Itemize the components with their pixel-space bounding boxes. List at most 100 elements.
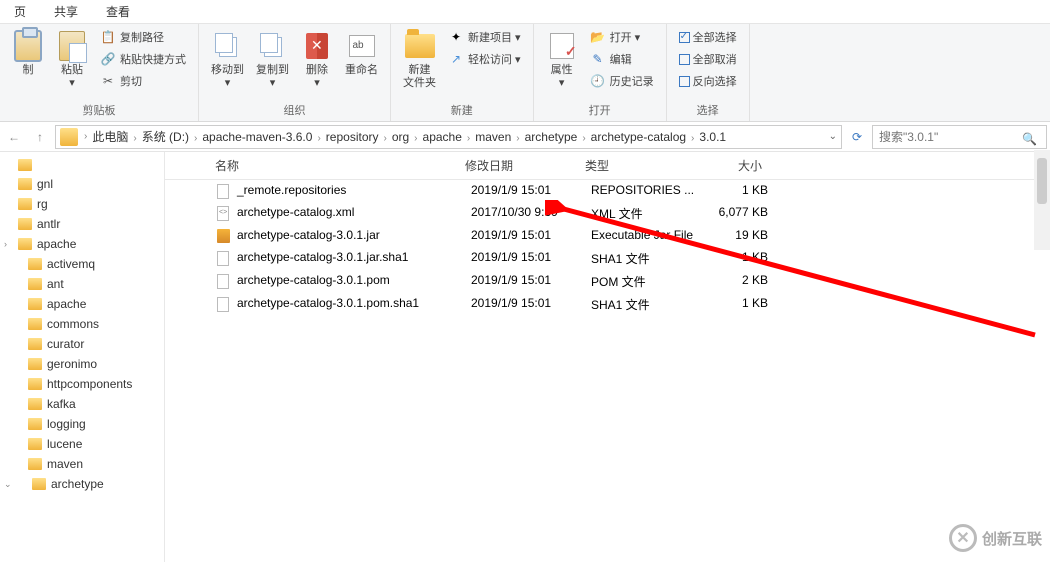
properties-button[interactable]: 属性▾ bbox=[540, 26, 584, 94]
open-button[interactable]: 📂打开 ▾ bbox=[584, 26, 660, 48]
chevron-right-icon[interactable]: › bbox=[381, 133, 388, 144]
tree-item[interactable]: httpcomponents bbox=[0, 374, 164, 394]
file-row[interactable]: archetype-catalog-3.0.1.pom.sha12019/1/9… bbox=[165, 293, 1050, 316]
tree-item[interactable]: gnl bbox=[0, 174, 164, 194]
tree-item[interactable]: activemq bbox=[0, 254, 164, 274]
folder-icon bbox=[28, 458, 42, 470]
tree-item-label: commons bbox=[47, 317, 99, 331]
file-icon bbox=[215, 250, 231, 266]
breadcrumb-seg[interactable]: apache-maven-3.6.0 bbox=[199, 130, 315, 144]
folder-icon bbox=[28, 378, 42, 390]
breadcrumb-seg[interactable]: apache bbox=[420, 130, 465, 144]
tree-item[interactable]: logging bbox=[0, 414, 164, 434]
file-type: XML 文件 bbox=[591, 205, 716, 222]
file-row[interactable]: archetype-catalog-3.0.1.pom2019/1/9 15:0… bbox=[165, 270, 1050, 293]
column-headers[interactable]: 名称 修改日期 类型 大小 bbox=[165, 152, 1050, 180]
tree-item[interactable]: rg bbox=[0, 194, 164, 214]
tree-item[interactable]: maven bbox=[0, 454, 164, 474]
chevron-right-icon[interactable]: › bbox=[514, 133, 521, 144]
tree-item[interactable]: lucene bbox=[0, 434, 164, 454]
chevron-right-icon[interactable]: › bbox=[412, 133, 419, 144]
breadcrumb-seg[interactable]: 此电脑 bbox=[89, 130, 131, 144]
move-to-button[interactable]: 移动到▾ bbox=[205, 26, 250, 94]
paste-button[interactable]: 粘贴▾ bbox=[50, 26, 94, 94]
col-type[interactable]: 类型 bbox=[585, 157, 710, 174]
select-all-button[interactable]: 全部选择 bbox=[673, 26, 743, 48]
group-label-clipboard: 剪贴板 bbox=[6, 101, 192, 121]
file-row[interactable]: _remote.repositories2019/1/9 15:01REPOSI… bbox=[165, 180, 1050, 202]
folder-icon bbox=[28, 358, 42, 370]
tree-item[interactable]: geronimo bbox=[0, 354, 164, 374]
breadcrumb[interactable]: › 此电脑›系统 (D:)›apache-maven-3.6.0›reposit… bbox=[55, 125, 842, 149]
breadcrumb-seg[interactable]: archetype-catalog bbox=[588, 130, 689, 144]
easy-access-button[interactable]: ↗轻松访问 ▾ bbox=[442, 48, 527, 70]
watermark-icon: ✕ bbox=[949, 524, 977, 552]
checkbox-empty-icon bbox=[679, 54, 690, 65]
file-icon bbox=[215, 296, 231, 312]
file-row[interactable]: archetype-catalog-3.0.1.jar2019/1/9 15:0… bbox=[165, 225, 1050, 247]
tree-item[interactable]: kafka bbox=[0, 394, 164, 414]
breadcrumb-seg[interactable]: org bbox=[389, 130, 412, 144]
breadcrumb-seg[interactable]: archetype bbox=[522, 130, 581, 144]
new-item-button[interactable]: ✦新建项目 ▾ bbox=[442, 26, 527, 48]
ribbon-group-select: 全部选择 全部取消 反向选择 选择 bbox=[667, 24, 750, 121]
tree-item[interactable]: curator bbox=[0, 334, 164, 354]
tree-item[interactable] bbox=[0, 156, 164, 174]
tab-view[interactable]: 查看 bbox=[92, 0, 144, 23]
folder-icon bbox=[28, 298, 42, 310]
invert-selection-button[interactable]: 反向选择 bbox=[673, 70, 743, 92]
tree-item[interactable]: commons bbox=[0, 314, 164, 334]
rename-icon bbox=[349, 35, 375, 57]
breadcrumb-seg[interactable]: maven bbox=[472, 130, 514, 144]
breadcrumb-seg[interactable]: 3.0.1 bbox=[696, 130, 729, 144]
chevron-right-icon[interactable]: › bbox=[131, 133, 138, 144]
breadcrumb-seg[interactable]: 系统 (D:) bbox=[139, 130, 192, 144]
file-icon bbox=[215, 273, 231, 289]
nav-up-button[interactable]: ↑ bbox=[29, 126, 51, 148]
tree-item[interactable]: ›apache bbox=[0, 234, 164, 254]
tab-share[interactable]: 共享 bbox=[40, 0, 92, 23]
file-type: SHA1 文件 bbox=[591, 296, 716, 313]
delete-button[interactable]: 删除▾ bbox=[295, 26, 339, 94]
breadcrumb-seg[interactable]: repository bbox=[323, 130, 382, 144]
col-date[interactable]: 修改日期 bbox=[465, 157, 585, 174]
tab-home[interactable]: 页 bbox=[0, 0, 40, 23]
breadcrumb-dropdown-icon[interactable]: ⌄ bbox=[827, 129, 839, 144]
edit-button[interactable]: ✎编辑 bbox=[584, 48, 660, 70]
file-date: 2019/1/9 15:01 bbox=[471, 296, 591, 313]
chevron-right-icon[interactable]: › bbox=[580, 133, 587, 144]
nav-back-button[interactable]: ← bbox=[3, 126, 25, 148]
file-row[interactable]: archetype-catalog.xml2017/10/30 9:39XML … bbox=[165, 202, 1050, 225]
rename-button[interactable]: 重命名 bbox=[339, 26, 384, 81]
properties-icon bbox=[550, 33, 574, 59]
file-row[interactable]: archetype-catalog-3.0.1.jar.sha12019/1/9… bbox=[165, 247, 1050, 270]
col-size[interactable]: 大小 bbox=[710, 157, 780, 174]
file-name: archetype-catalog-3.0.1.jar.sha1 bbox=[237, 250, 471, 267]
folder-tree[interactable]: gnl rg antlr›apacheactivemqantapache common… bbox=[0, 152, 165, 562]
paste-shortcut-button[interactable]: 🔗粘贴快捷方式 bbox=[94, 48, 192, 70]
chevron-right-icon[interactable]: › bbox=[315, 133, 322, 144]
refresh-button[interactable]: ⟳ bbox=[846, 130, 868, 144]
chevron-right-icon[interactable]: › bbox=[82, 131, 89, 142]
tree-item-label: rg bbox=[37, 197, 48, 211]
folder-icon bbox=[28, 258, 42, 270]
tree-item[interactable]: ⌄archetype bbox=[0, 474, 164, 494]
move-icon bbox=[215, 33, 241, 59]
edit-icon: ✎ bbox=[590, 51, 606, 67]
tree-item[interactable]: ant bbox=[0, 274, 164, 294]
copy-to-button[interactable]: 复制到▾ bbox=[250, 26, 295, 94]
copy-path-button[interactable]: 📋复制路径 bbox=[94, 26, 192, 48]
folder-icon bbox=[32, 478, 46, 490]
vertical-scrollbar[interactable] bbox=[1034, 150, 1050, 250]
tree-item[interactable]: apache bbox=[0, 294, 164, 314]
cut-button[interactable]: ✂剪切 bbox=[94, 70, 192, 92]
select-none-button[interactable]: 全部取消 bbox=[673, 48, 743, 70]
folder-icon bbox=[18, 159, 32, 171]
search-input[interactable] bbox=[872, 125, 1047, 149]
copy-button[interactable]: 制 bbox=[6, 26, 50, 81]
history-button[interactable]: 🕘历史记录 bbox=[584, 70, 660, 92]
col-name[interactable]: 名称 bbox=[215, 157, 465, 174]
file-size: 1 KB bbox=[716, 183, 786, 199]
new-folder-button[interactable]: 新建 文件夹 bbox=[397, 26, 442, 94]
tree-item[interactable]: antlr bbox=[0, 214, 164, 234]
